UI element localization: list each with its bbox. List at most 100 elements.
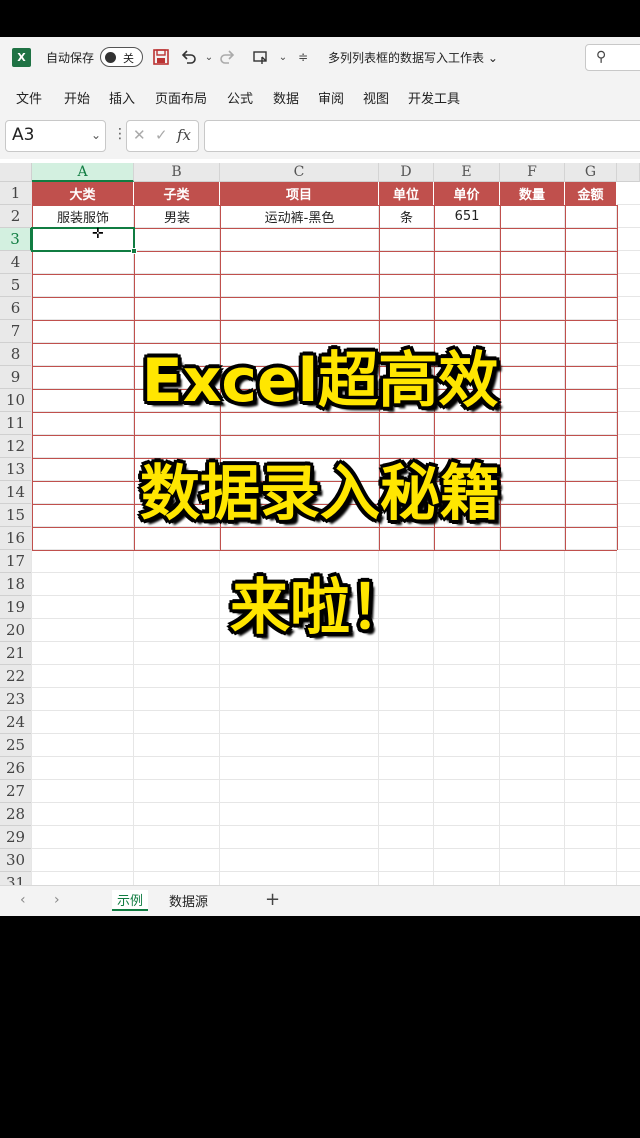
- row-header-6[interactable]: 6: [0, 297, 32, 320]
- next-sheet-icon[interactable]: ›: [54, 892, 60, 908]
- menu-view[interactable]: 视图: [363, 88, 389, 107]
- add-sheet-icon[interactable]: +: [265, 889, 280, 910]
- selected-cell-a3[interactable]: [31, 227, 135, 252]
- name-box[interactable]: A3 ⌄: [5, 120, 106, 152]
- search-box[interactable]: ⚲: [585, 44, 640, 71]
- row-header-31[interactable]: 31: [0, 872, 32, 885]
- table-border-row: [32, 274, 617, 275]
- column-header-c[interactable]: C: [220, 163, 379, 182]
- menu-formulas[interactable]: 公式: [227, 88, 253, 107]
- table-cell[interactable]: 条: [379, 205, 434, 228]
- save-icon[interactable]: [150, 45, 172, 69]
- table-header-cell[interactable]: 金额: [565, 182, 617, 205]
- excel-logo-icon: X: [12, 48, 31, 67]
- cancel-icon[interactable]: ✕: [133, 126, 146, 144]
- column-header-g[interactable]: G: [565, 163, 617, 182]
- gridline-row: [32, 871, 640, 872]
- gridline-row: [32, 779, 640, 780]
- title-bar: X 自动保存 关 ⌄ ⌄ ≑ 多列列表框的数据写入工作表 ⌄ ⚲: [0, 37, 640, 78]
- undo-icon[interactable]: [178, 45, 200, 69]
- menu-page-layout[interactable]: 页面布局: [155, 88, 207, 107]
- table-cell[interactable]: [565, 205, 617, 228]
- more-options-icon[interactable]: ⋮: [113, 126, 127, 142]
- autosave-toggle[interactable]: 关: [100, 47, 143, 67]
- row-header-3[interactable]: 3: [0, 228, 32, 251]
- column-header-filler: [617, 163, 640, 182]
- row-header-28[interactable]: 28: [0, 803, 32, 826]
- row-header-5[interactable]: 5: [0, 274, 32, 297]
- enter-icon[interactable]: ✓: [155, 126, 168, 144]
- gridline-row: [32, 802, 640, 803]
- cell-cursor-icon: ✛: [92, 226, 104, 242]
- row-header-27[interactable]: 27: [0, 780, 32, 803]
- gridline-row: [32, 756, 640, 757]
- sheet-tab-example[interactable]: 示例: [112, 890, 149, 911]
- overlay-headline-line2: 数据录入秘籍: [140, 459, 500, 529]
- ribbon-tabs: 文件 开始 插入 页面布局 公式 数据 审阅 视图 开发工具: [0, 78, 640, 114]
- overlay-headline-line1: Excel超高效: [141, 346, 499, 416]
- autosave-state: 关: [123, 52, 134, 65]
- fx-icon[interactable]: fx: [177, 126, 191, 144]
- table-cell[interactable]: 651: [434, 205, 500, 228]
- name-box-chevron-down-icon: ⌄: [90, 128, 101, 142]
- formula-buttons: ✕ ✓ fx: [126, 120, 199, 152]
- menu-developer[interactable]: 开发工具: [408, 88, 460, 107]
- redo-icon[interactable]: [216, 45, 238, 69]
- menu-review[interactable]: 审阅: [318, 88, 344, 107]
- menu-file[interactable]: 文件: [16, 88, 42, 107]
- row-header-1[interactable]: 1: [0, 182, 32, 205]
- touch-dropdown-icon[interactable]: ⌄: [272, 45, 294, 69]
- gridline-row: [32, 710, 640, 711]
- table-border-row: [32, 297, 617, 298]
- row-header-24[interactable]: 24: [0, 711, 32, 734]
- table-header-cell[interactable]: 子类: [134, 182, 220, 205]
- search-icon: ⚲: [596, 49, 607, 65]
- formula-input[interactable]: [204, 120, 640, 152]
- gridline-row: [32, 733, 640, 734]
- touch-mode-icon[interactable]: [250, 45, 272, 69]
- gridline-row: [32, 825, 640, 826]
- title-chevron-down-icon: ⌄: [487, 51, 498, 65]
- name-box-value: A3: [12, 125, 35, 145]
- gridline-row: [32, 687, 640, 688]
- document-title[interactable]: 多列列表框的数据写入工作表 ⌄: [328, 49, 498, 66]
- toggle-knob: [105, 52, 116, 63]
- gridline-row: [32, 848, 640, 849]
- table-header-cell[interactable]: 数量: [500, 182, 565, 205]
- sheet-tab-datasource[interactable]: 数据源: [164, 890, 213, 911]
- table-header-cell[interactable]: 单价: [434, 182, 500, 205]
- table-cell[interactable]: [500, 205, 565, 228]
- row-header-26[interactable]: 26: [0, 757, 32, 780]
- prev-sheet-icon[interactable]: ‹: [20, 892, 26, 908]
- row-header-29[interactable]: 29: [0, 826, 32, 849]
- row-header-22[interactable]: 22: [0, 665, 32, 688]
- fill-handle[interactable]: [131, 248, 137, 254]
- customize-icon[interactable]: ≑: [292, 45, 314, 69]
- table-cell[interactable]: 运动裤-黑色: [220, 205, 379, 228]
- select-all-corner[interactable]: [0, 163, 32, 182]
- menu-data[interactable]: 数据: [273, 88, 299, 107]
- row-header-4[interactable]: 4: [0, 251, 32, 274]
- gridline-row: [32, 664, 640, 665]
- table-cell[interactable]: 服装服饰: [32, 205, 134, 228]
- column-header-d[interactable]: D: [379, 163, 434, 182]
- row-header-30[interactable]: 30: [0, 849, 32, 872]
- table-header-cell[interactable]: 单位: [379, 182, 434, 205]
- column-header-b[interactable]: B: [134, 163, 220, 182]
- autosave-label: 自动保存: [46, 51, 95, 65]
- column-header-f[interactable]: F: [500, 163, 565, 182]
- column-header-a[interactable]: A: [32, 163, 134, 182]
- column-header-e[interactable]: E: [434, 163, 500, 182]
- row-header-23[interactable]: 23: [0, 688, 32, 711]
- menu-home[interactable]: 开始: [64, 88, 90, 107]
- menu-insert[interactable]: 插入: [109, 88, 135, 107]
- table-header-cell[interactable]: 大类: [32, 182, 134, 205]
- table-header-cell[interactable]: 项目: [220, 182, 379, 205]
- excel-window: X 自动保存 关 ⌄ ⌄ ≑ 多列列表框的数据写入工作表 ⌄ ⚲ 文件 开始 插…: [0, 37, 640, 916]
- row-header-25[interactable]: 25: [0, 734, 32, 757]
- row-header-2[interactable]: 2: [0, 205, 32, 228]
- table-cell[interactable]: 男装: [134, 205, 220, 228]
- table-border-row: [32, 550, 617, 551]
- sheet-tabs-bar: ‹ › 示例 数据源 +: [0, 885, 640, 916]
- formula-bar: A3 ⌄ ⋮ ✕ ✓ fx: [0, 114, 640, 159]
